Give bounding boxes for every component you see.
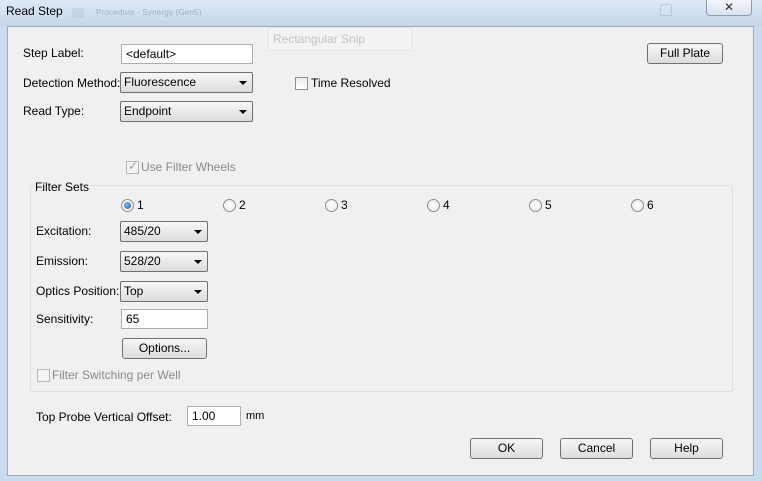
filter-set-radio-4[interactable] xyxy=(427,199,440,212)
help-button[interactable]: Help xyxy=(650,438,723,459)
emission-label: Emission: xyxy=(36,254,89,268)
read-type-value: Endpoint xyxy=(124,104,172,118)
chevron-down-icon xyxy=(239,110,247,114)
chevron-down-icon xyxy=(194,260,202,264)
background-window-icon xyxy=(660,4,672,16)
cancel-button[interactable]: Cancel xyxy=(560,438,633,459)
excitation-select[interactable]: 485/20 xyxy=(120,221,208,242)
filter-set-label-4: 4 xyxy=(443,198,450,212)
background-app-icon xyxy=(72,8,84,18)
excitation-value: 485/20 xyxy=(124,224,161,238)
filter-set-label-1: 1 xyxy=(137,198,144,212)
step-label-label: Step Label: xyxy=(23,46,84,60)
checkmark-icon: ✓ xyxy=(128,159,139,173)
optics-position-value: Top xyxy=(124,284,144,298)
chevron-down-icon xyxy=(194,290,202,294)
filter-set-radio-5[interactable] xyxy=(529,199,542,212)
detection-method-label: Detection Method: xyxy=(23,76,121,90)
time-resolved-checkbox[interactable] xyxy=(295,77,308,90)
filter-set-radio-3[interactable] xyxy=(325,199,338,212)
filter-set-label-2: 2 xyxy=(239,198,246,212)
optics-position-label: Optics Position: xyxy=(36,284,120,298)
emission-select[interactable]: 528/20 xyxy=(120,251,208,272)
top-probe-offset-unit: mm xyxy=(246,410,265,422)
background-snip-label: Rectangular Snip xyxy=(268,27,412,51)
filter-set-label-3: 3 xyxy=(341,198,348,212)
filter-sets-title: Filter Sets xyxy=(33,180,92,194)
optics-position-select[interactable]: Top xyxy=(120,281,208,302)
use-filter-wheels-checkbox[interactable]: ✓ xyxy=(126,159,139,174)
time-resolved-label: Time Resolved xyxy=(311,76,391,90)
excitation-label: Excitation: xyxy=(36,224,92,238)
chevron-down-icon xyxy=(239,81,247,85)
options-button[interactable]: Options... xyxy=(122,338,207,359)
sensitivity-input[interactable]: 65 xyxy=(121,309,208,329)
emission-value: 528/20 xyxy=(124,254,161,268)
filter-set-radio-2[interactable] xyxy=(223,199,236,212)
full-plate-button[interactable]: Full Plate xyxy=(647,43,723,64)
read-type-label: Read Type: xyxy=(23,104,85,118)
top-probe-offset-input[interactable]: 1.00 xyxy=(187,406,241,426)
use-filter-wheels-label: Use Filter Wheels xyxy=(141,160,236,174)
step-label-input[interactable]: <default> xyxy=(121,44,253,64)
window-title: Read Step xyxy=(6,4,63,18)
filter-switching-label: Filter Switching per Well xyxy=(52,368,181,382)
detection-method-value: Fluorescence xyxy=(124,75,197,89)
chevron-down-icon xyxy=(194,230,202,234)
close-button[interactable]: ✕ xyxy=(706,0,752,16)
filter-set-radio-6[interactable] xyxy=(631,199,644,212)
read-type-select[interactable]: Endpoint xyxy=(120,101,253,122)
top-probe-offset-label: Top Probe Vertical Offset: xyxy=(36,410,172,424)
filter-set-label-5: 5 xyxy=(545,198,552,212)
ok-button[interactable]: OK xyxy=(470,438,543,459)
detection-method-select[interactable]: Fluorescence xyxy=(120,72,253,93)
filter-set-radio-1[interactable] xyxy=(121,199,134,212)
filter-switching-checkbox[interactable] xyxy=(37,369,50,382)
background-window-title: Procedure · Synergy (Gen5) xyxy=(96,8,202,17)
sensitivity-label: Sensitivity: xyxy=(36,312,94,326)
filter-set-label-6: 6 xyxy=(647,198,654,212)
